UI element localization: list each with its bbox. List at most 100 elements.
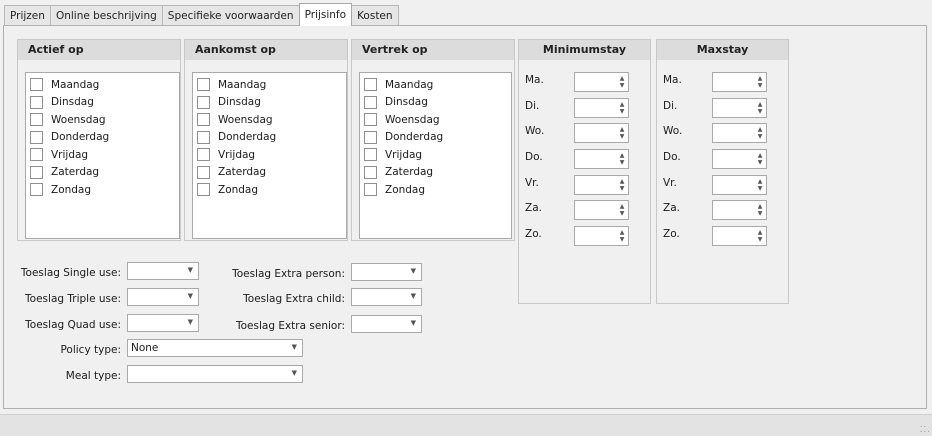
day-checkbox-dinsdag[interactable]: Dinsdag bbox=[26, 94, 179, 112]
checkbox[interactable] bbox=[364, 165, 377, 179]
minstay-row-ma: Ma. ▲ ▼ bbox=[519, 72, 650, 92]
day-checkbox-maandag[interactable]: Maandag bbox=[193, 76, 346, 94]
chevron-down-icon[interactable]: ▼ bbox=[188, 266, 193, 274]
day-checkbox-maandag[interactable]: Maandag bbox=[26, 76, 179, 94]
checkbox[interactable] bbox=[364, 78, 377, 92]
resize-grip-icon[interactable]: . .. . . bbox=[920, 421, 930, 435]
spin-arrows-icon[interactable]: ▲ ▼ bbox=[618, 152, 626, 166]
day-checkbox-zondag[interactable]: Zondag bbox=[26, 181, 179, 199]
meal-type-dropdown[interactable]: ▼ bbox=[127, 365, 303, 383]
spin-arrows-icon[interactable]: ▲ ▼ bbox=[756, 152, 764, 166]
checkbox[interactable] bbox=[30, 148, 43, 162]
spin-arrows-icon[interactable]: ▲ ▼ bbox=[618, 75, 626, 89]
chevron-down-icon[interactable]: ▼ bbox=[411, 267, 416, 275]
maxstay-row-zo: Zo. ▲ ▼ bbox=[657, 226, 788, 246]
tab-prijsinfo[interactable]: Prijsinfo bbox=[298, 3, 353, 26]
checkbox[interactable] bbox=[30, 165, 43, 179]
day-checkbox-donderdag[interactable]: Donderdag bbox=[193, 129, 346, 147]
minstay-row-di: Di. ▲ ▼ bbox=[519, 98, 650, 118]
chevron-down-icon[interactable]: ▼ bbox=[292, 343, 297, 351]
day-checkbox-zondag[interactable]: Zondag bbox=[193, 181, 346, 199]
maxstay-za-spinner[interactable]: ▲ ▼ bbox=[712, 200, 767, 220]
checkbox[interactable] bbox=[197, 78, 210, 92]
day-checkbox-dinsdag[interactable]: Dinsdag bbox=[360, 94, 511, 112]
day-checkbox-zaterdag[interactable]: Zaterdag bbox=[360, 164, 511, 182]
spin-arrows-icon[interactable]: ▲ ▼ bbox=[618, 229, 626, 243]
day-checkbox-vrijdag[interactable]: Vrijdag bbox=[360, 146, 511, 164]
checkbox[interactable] bbox=[30, 95, 43, 109]
spin-arrows-icon[interactable]: ▲ ▼ bbox=[618, 178, 626, 192]
day-checkbox-woensdag[interactable]: Woensdag bbox=[193, 111, 346, 129]
day-checkbox-maandag[interactable]: Maandag bbox=[360, 76, 511, 94]
day-checkbox-dinsdag[interactable]: Dinsdag bbox=[193, 94, 346, 112]
spin-arrows-icon[interactable]: ▲ ▼ bbox=[756, 203, 764, 217]
extra-child-dropdown[interactable]: ▼ bbox=[351, 288, 422, 306]
spin-arrows-icon[interactable]: ▲ ▼ bbox=[756, 101, 764, 115]
checkbox[interactable] bbox=[197, 183, 210, 197]
spin-arrows-icon[interactable]: ▲ ▼ bbox=[756, 178, 764, 192]
triple-use-label: Toeslag Triple use: bbox=[25, 293, 121, 305]
spin-arrows-icon[interactable]: ▲ ▼ bbox=[756, 126, 764, 140]
tab-prijzen[interactable]: Prijzen bbox=[4, 5, 51, 26]
spin-arrows-icon[interactable]: ▲ ▼ bbox=[618, 126, 626, 140]
checkbox[interactable] bbox=[364, 183, 377, 197]
day-checkbox-donderdag[interactable]: Donderdag bbox=[26, 129, 179, 147]
day-checkbox-zondag[interactable]: Zondag bbox=[360, 181, 511, 199]
maxstay-vr-spinner[interactable]: ▲ ▼ bbox=[712, 175, 767, 195]
group-actief-op: Actief op Maandag Dinsdag Woensdag Donde… bbox=[17, 39, 181, 241]
chevron-down-icon[interactable]: ▼ bbox=[188, 318, 193, 326]
minstay-zo-spinner[interactable]: ▲ ▼ bbox=[574, 226, 629, 246]
extra-senior-dropdown[interactable]: ▼ bbox=[351, 315, 422, 333]
maxstay-di-spinner[interactable]: ▲ ▼ bbox=[712, 98, 767, 118]
checkbox[interactable] bbox=[30, 183, 43, 197]
day-checkbox-vrijdag[interactable]: Vrijdag bbox=[26, 146, 179, 164]
day-checkbox-woensdag[interactable]: Woensdag bbox=[360, 111, 511, 129]
chevron-down-icon[interactable]: ▼ bbox=[292, 369, 297, 377]
day-checkbox-zaterdag[interactable]: Zaterdag bbox=[26, 164, 179, 182]
quad-use-dropdown[interactable]: ▼ bbox=[127, 314, 199, 332]
triple-use-dropdown[interactable]: ▼ bbox=[127, 288, 199, 306]
tab-kosten[interactable]: Kosten bbox=[351, 5, 399, 26]
day-label: Zondag bbox=[218, 183, 259, 196]
maxstay-do-spinner[interactable]: ▲ ▼ bbox=[712, 149, 767, 169]
day-checkbox-vrijdag[interactable]: Vrijdag bbox=[193, 146, 346, 164]
minstay-wo-spinner[interactable]: ▲ ▼ bbox=[574, 123, 629, 143]
single-use-dropdown[interactable]: ▼ bbox=[127, 262, 199, 280]
minstay-za-spinner[interactable]: ▲ ▼ bbox=[574, 200, 629, 220]
minstay-vr-spinner[interactable]: ▲ ▼ bbox=[574, 175, 629, 195]
checkbox[interactable] bbox=[30, 113, 43, 127]
day-checkbox-zaterdag[interactable]: Zaterdag bbox=[193, 164, 346, 182]
maxstay-zo-spinner[interactable]: ▲ ▼ bbox=[712, 226, 767, 246]
minstay-ma-spinner[interactable]: ▲ ▼ bbox=[574, 72, 629, 92]
day-checkbox-donderdag[interactable]: Donderdag bbox=[360, 129, 511, 147]
checkbox[interactable] bbox=[364, 148, 377, 162]
chevron-down-icon[interactable]: ▼ bbox=[411, 292, 416, 300]
day-checkbox-woensdag[interactable]: Woensdag bbox=[26, 111, 179, 129]
extra-person-dropdown[interactable]: ▼ bbox=[351, 263, 422, 281]
checkbox[interactable] bbox=[30, 78, 43, 92]
spin-arrows-icon[interactable]: ▲ ▼ bbox=[618, 101, 626, 115]
chevron-down-icon[interactable]: ▼ bbox=[188, 292, 193, 300]
checkbox[interactable] bbox=[364, 130, 377, 144]
day-label: Zondag bbox=[385, 183, 426, 196]
minstay-di-spinner[interactable]: ▲ ▼ bbox=[574, 98, 629, 118]
checkbox[interactable] bbox=[197, 130, 210, 144]
tab-online-beschrijving[interactable]: Online beschrijving bbox=[49, 5, 163, 26]
checkbox[interactable] bbox=[30, 130, 43, 144]
spin-arrows-icon[interactable]: ▲ ▼ bbox=[756, 229, 764, 243]
group-title: Maxstay bbox=[657, 40, 788, 60]
minstay-do-spinner[interactable]: ▲ ▼ bbox=[574, 149, 629, 169]
tab-specifieke-voorwaarden[interactable]: Specifieke voorwaarden bbox=[161, 5, 300, 26]
spin-arrows-icon[interactable]: ▲ ▼ bbox=[756, 75, 764, 89]
checkbox[interactable] bbox=[197, 165, 210, 179]
chevron-down-icon[interactable]: ▼ bbox=[411, 319, 416, 327]
checkbox[interactable] bbox=[197, 95, 210, 109]
checkbox[interactable] bbox=[197, 113, 210, 127]
checkbox[interactable] bbox=[364, 95, 377, 109]
maxstay-ma-spinner[interactable]: ▲ ▼ bbox=[712, 72, 767, 92]
policy-type-dropdown[interactable]: None ▼ bbox=[127, 339, 303, 357]
checkbox[interactable] bbox=[364, 113, 377, 127]
maxstay-wo-spinner[interactable]: ▲ ▼ bbox=[712, 123, 767, 143]
spin-arrows-icon[interactable]: ▲ ▼ bbox=[618, 203, 626, 217]
checkbox[interactable] bbox=[197, 148, 210, 162]
